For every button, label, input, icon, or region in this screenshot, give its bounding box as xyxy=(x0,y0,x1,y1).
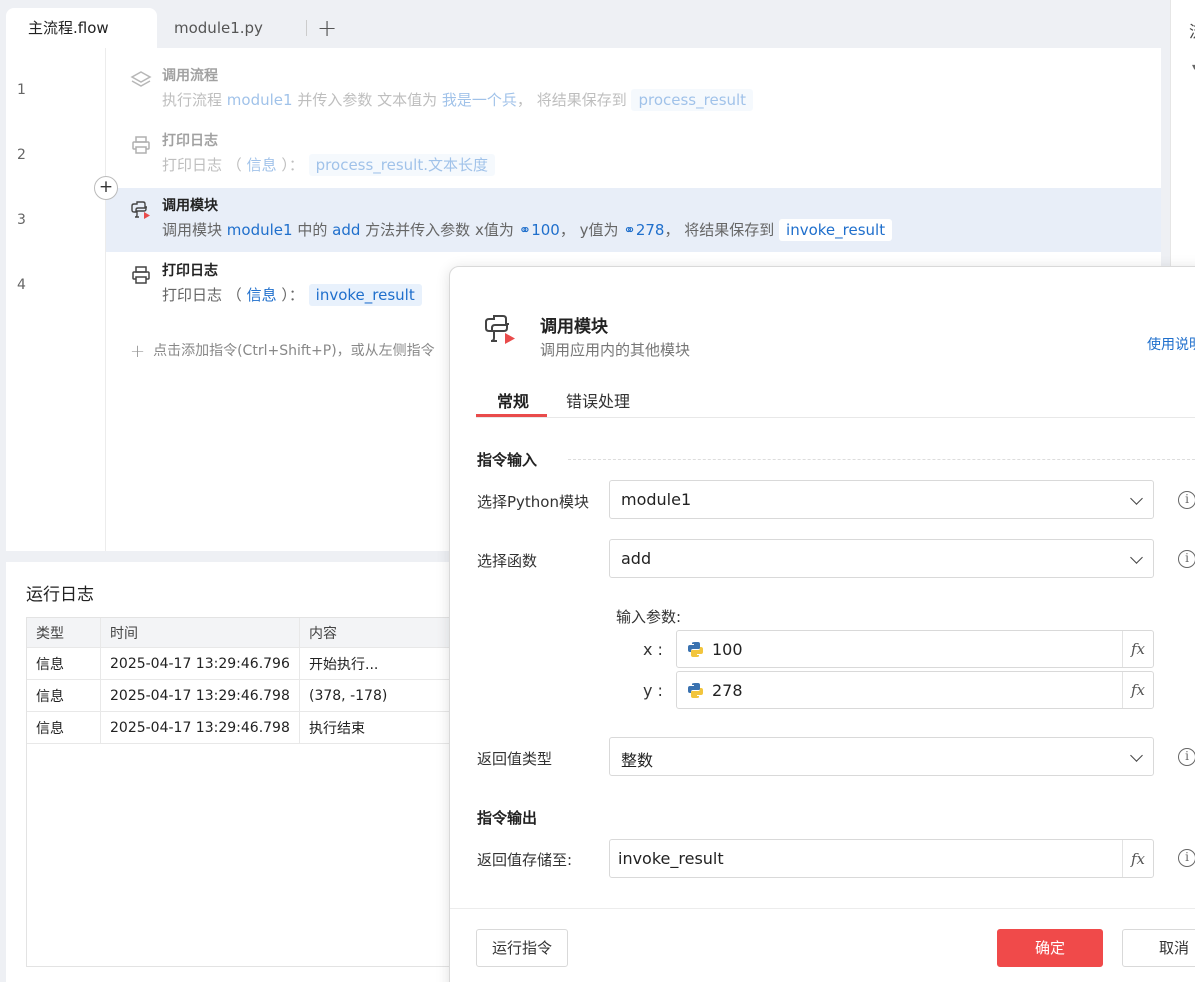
variable-chip[interactable]: process_result.文本长度 xyxy=(308,154,496,176)
step-description: 打印日志 （ 信息 ）： process_result.文本长度 xyxy=(162,154,496,176)
param-x-label: x : xyxy=(643,640,663,659)
params-title: 输入参数: xyxy=(616,608,682,626)
dialog-footer-divider xyxy=(450,908,1195,909)
plus-icon: + xyxy=(130,341,146,362)
help-link[interactable]: 使用说明 xyxy=(1147,334,1195,354)
tab-divider xyxy=(306,20,307,36)
step-description: 打印日志 （ 信息 ）： invoke_result xyxy=(162,284,422,306)
param-y-label: y : xyxy=(643,681,663,700)
python-module-icon xyxy=(485,315,515,344)
tab-bar: 主流程.flow module1.py + xyxy=(0,0,1170,48)
add-instruction-hint[interactable]: + 点击添加指令(Ctrl+Shift+P)，或从左侧指令 xyxy=(130,340,435,362)
section-divider xyxy=(568,459,1195,460)
dialog-subtitle: 调用应用内的其他模块 xyxy=(540,341,691,359)
fx-icon[interactable]: fx xyxy=(1122,672,1153,708)
python-icon xyxy=(688,683,703,698)
step-description: 调用模块 module1 中的 add 方法并传入参数 x值为 ⚭100， y值… xyxy=(162,219,893,241)
line-number: 1 xyxy=(17,82,26,98)
module-label: 选择Python模块 xyxy=(477,493,589,511)
line-gutter: 1 2 3 4 xyxy=(6,48,106,551)
invoke-module-dialog: 调用模块 调用应用内的其他模块 使用说明 常规 错误处理 指令输入 选择Pyth… xyxy=(449,266,1195,982)
table-header: 类型 时间 内容 xyxy=(27,618,477,648)
printer-icon xyxy=(132,266,150,284)
info-icon[interactable]: i xyxy=(1178,491,1195,509)
tab-main-flow[interactable]: 主流程.flow xyxy=(6,8,157,48)
flow-step-print-log[interactable]: 打印日志 打印日志 （ 信息 ）： process_result.文本长度 xyxy=(106,123,1161,187)
python-icon xyxy=(688,642,703,657)
tab-error-handling[interactable]: 错误处理 xyxy=(566,388,630,412)
table-row[interactable]: 信息 2025-04-17 13:29:46.796 开始执行... xyxy=(27,648,477,680)
info-icon[interactable]: i xyxy=(1178,550,1195,568)
dialog-title: 调用模块 xyxy=(540,317,608,337)
function-label: 选择函数 xyxy=(477,552,538,570)
printer-icon xyxy=(132,136,150,154)
python-value-icon: ⚭ xyxy=(518,221,532,239)
chevron-down-icon xyxy=(1130,551,1143,564)
insert-step-button[interactable]: + xyxy=(94,176,118,200)
return-type-label: 返回值类型 xyxy=(477,750,553,768)
log-table: 类型 时间 内容 信息 2025-04-17 13:29:46.796 开始执行… xyxy=(26,617,477,967)
layers-icon xyxy=(130,71,152,87)
module-select[interactable]: module1 xyxy=(609,480,1154,519)
save-to-label: 返回值存储至: xyxy=(477,851,573,869)
right-panel-title: 流 xyxy=(1189,18,1195,42)
cancel-button[interactable]: 取消 xyxy=(1122,929,1195,967)
step-description: 执行流程 module1 并传入参数 文本值为 我是一个兵， 将结果保存到 pr… xyxy=(162,89,754,111)
chevron-down-icon xyxy=(1130,749,1143,762)
section-output-title: 指令输出 xyxy=(477,809,538,827)
variable-chip[interactable]: invoke_result xyxy=(779,219,893,241)
tab-general[interactable]: 常规 xyxy=(497,388,529,412)
confirm-button[interactable]: 确定 xyxy=(997,929,1103,967)
step-title: 打印日志 xyxy=(162,263,218,279)
info-icon[interactable]: i xyxy=(1178,849,1195,867)
return-type-select[interactable]: 整数 xyxy=(609,737,1154,776)
active-tab-indicator xyxy=(476,414,547,417)
python-module-icon xyxy=(131,201,150,219)
variable-chip[interactable]: process_result xyxy=(631,89,754,111)
function-select[interactable]: add xyxy=(609,539,1154,578)
variable-chip[interactable]: invoke_result xyxy=(308,284,422,306)
table-row[interactable]: 信息 2025-04-17 13:29:46.798 (378, -178) xyxy=(27,680,477,712)
param-y-input[interactable]: 278 fx xyxy=(676,671,1154,709)
run-instruction-button[interactable]: 运行指令 xyxy=(476,929,568,967)
line-number: 4 xyxy=(17,277,26,293)
save-to-input[interactable]: invoke_result fx xyxy=(609,839,1154,878)
step-title: 调用模块 xyxy=(162,198,218,214)
add-tab-button[interactable]: + xyxy=(316,12,338,44)
flow-step-invoke-module[interactable]: 调用模块 调用模块 module1 中的 add 方法并传入参数 x值为 ⚭10… xyxy=(106,188,1161,252)
step-title: 调用流程 xyxy=(162,68,218,84)
info-icon[interactable]: i xyxy=(1178,748,1195,766)
dialog-tabs: 常规 错误处理 xyxy=(476,382,1195,418)
flow-step-call-flow[interactable]: 调用流程 执行流程 module1 并传入参数 文本值为 我是一个兵， 将结果保… xyxy=(106,58,1161,122)
line-number: 2 xyxy=(17,147,26,163)
section-input-title: 指令输入 xyxy=(477,451,538,469)
chevron-down-icon xyxy=(1130,492,1143,505)
fx-icon[interactable]: fx xyxy=(1122,631,1153,667)
param-x-input[interactable]: 100 fx xyxy=(676,630,1154,668)
tab-module1[interactable]: module1.py xyxy=(156,8,308,48)
python-value-icon: ⚭ xyxy=(623,221,636,239)
line-number: 3 xyxy=(17,212,26,228)
run-log-title: 运行日志 xyxy=(26,585,94,605)
fx-icon[interactable]: fx xyxy=(1122,840,1153,877)
step-title: 打印日志 xyxy=(162,133,218,149)
table-row[interactable]: 信息 2025-04-17 13:29:46.798 执行结束 xyxy=(27,712,477,744)
run-log-panel: 运行日志 类型 时间 内容 信息 2025-04-17 13:29:46.796… xyxy=(6,562,477,982)
